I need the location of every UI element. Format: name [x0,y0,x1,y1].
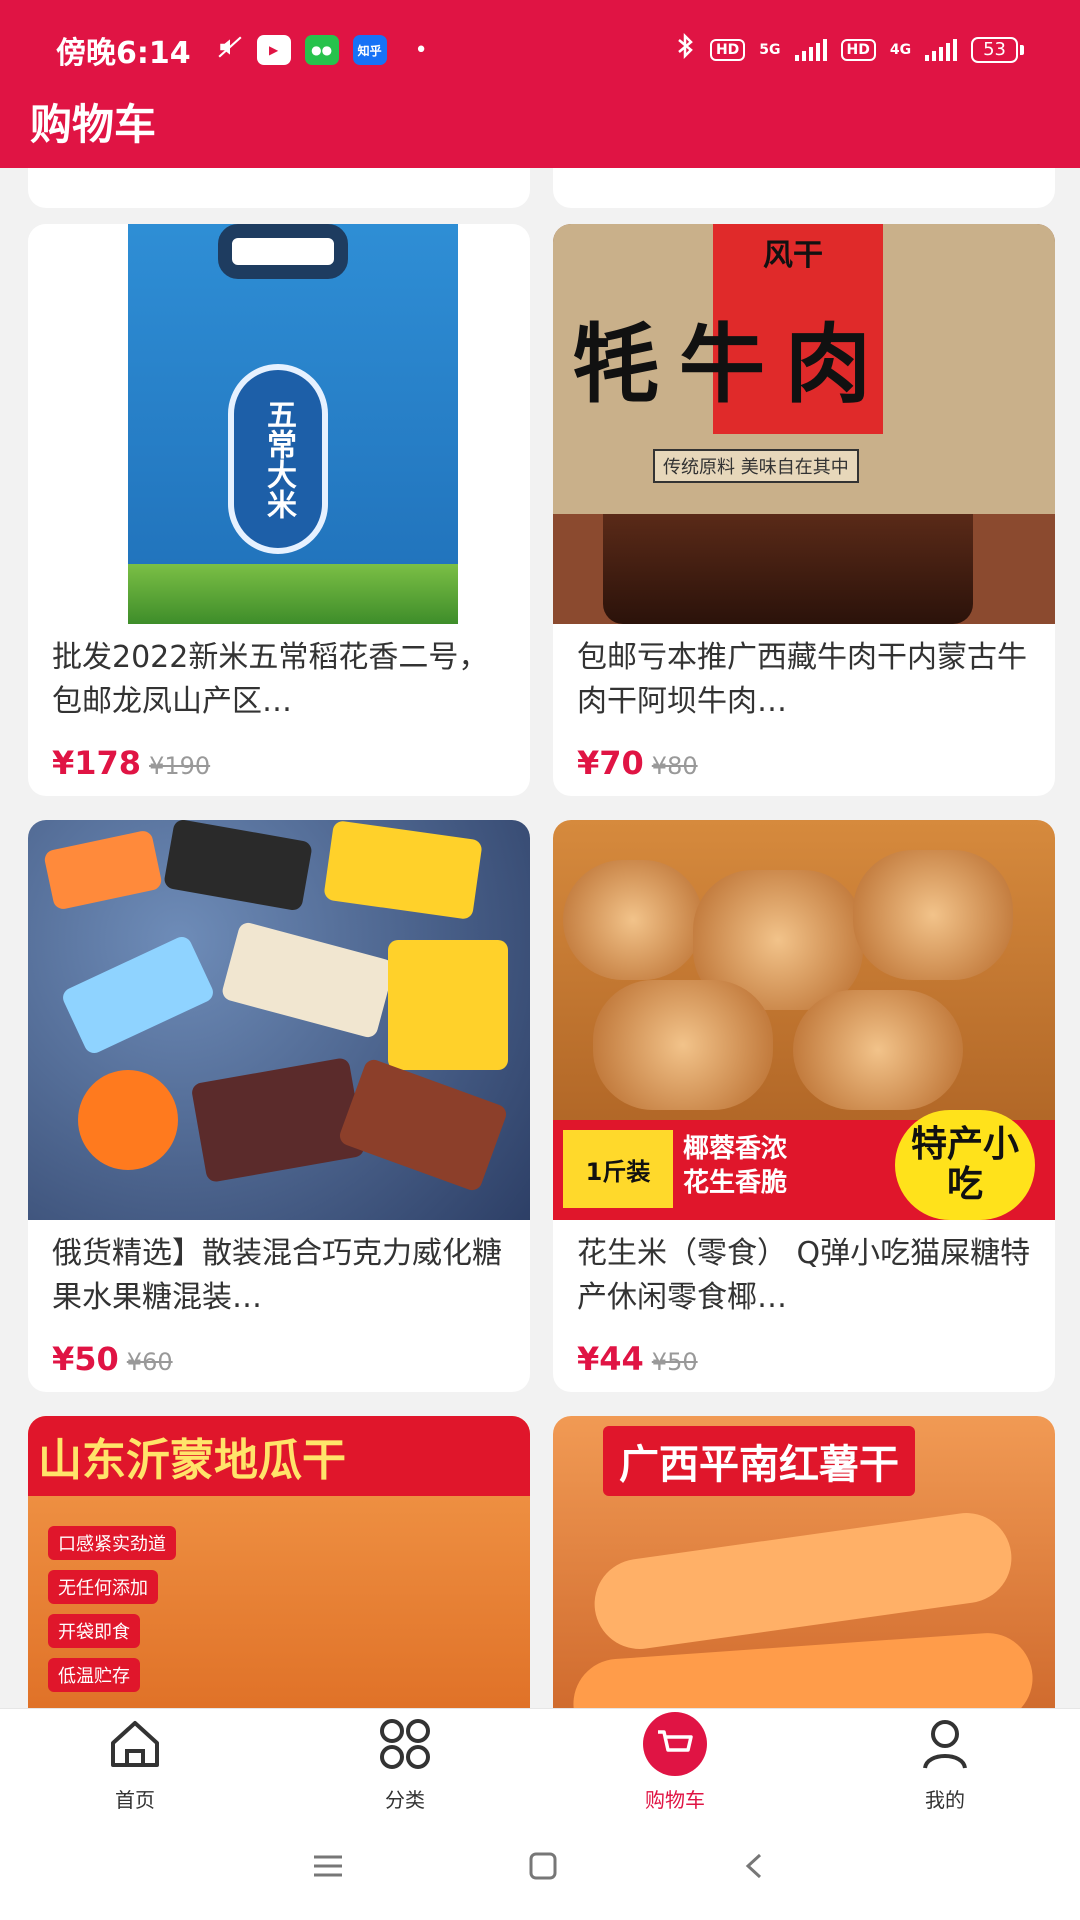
product-title[interactable]: 俄货精选】散装混合巧克力威化糖果水果糖混装… [28,1220,530,1332]
product-card[interactable]: 五常大米 批发2022新米五常稻花香二号，包邮龙凤山产区… ¥178 ¥190 [28,224,530,796]
product-old-price: ¥60 [126,1348,173,1376]
product-title[interactable]: 包邮亏本推广西藏牛肉干内蒙古牛肉干阿坝牛肉… [553,624,1055,736]
product-price: ¥50 [52,1340,119,1378]
sweet-potato-tags: 口感紧实劲道 无任何添加 开袋即食 低温贮存 [48,1516,176,1692]
product-card-partial[interactable] [553,168,1055,208]
beef-big-label: 牦牛肉 [573,314,891,415]
bottom-nav: 首页 分类 购物车 我的 [0,1708,1080,1816]
user-icon [913,1712,977,1776]
nav-item-home[interactable]: 首页 [0,1709,270,1816]
product-price: ¥178 [52,744,142,782]
nav-label-cart: 购物车 [645,1788,705,1812]
product-image[interactable] [28,820,530,1220]
nav-item-category[interactable]: 分类 [270,1709,540,1816]
system-nav-bar [0,1816,1080,1920]
signal-icon-1 [794,39,827,61]
network-type-1: 5G [759,42,781,58]
play-icon: ▶ [256,35,291,65]
nav-item-profile[interactable]: 我的 [810,1709,1080,1816]
product-old-price: ¥50 [651,1348,698,1376]
product-image[interactable]: 广西平南红薯干 [553,1416,1055,1708]
product-image[interactable]: 山东沂蒙地瓜干 口感紧实劲道 无任何添加 开袋即食 低温贮存 [28,1416,530,1708]
product-title[interactable]: 花生米（零食） Q弹小吃猫屎糖特产休闲零食椰… [553,1220,1055,1332]
home-icon [103,1712,167,1776]
cart-icon [643,1712,707,1776]
product-card[interactable]: 俄货精选】散装混合巧克力威化糖果水果糖混装… ¥50 ¥60 [28,820,530,1392]
status-left: 傍晚6:14 ▶ ●● 知乎 • [56,28,428,72]
product-title[interactable]: 批发2022新米五常稻花香二号，包邮龙凤山产区… [28,624,530,736]
status-time: 傍晚6:14 [56,36,191,71]
hd-badge-2: HD [840,39,876,61]
peanut-amount-label: 1斤装 [563,1130,673,1208]
home-square-icon[interactable] [526,1849,560,1887]
nav-label-home: 首页 [115,1788,155,1812]
grid-icon [373,1712,437,1776]
nav-label-category: 分类 [385,1788,425,1812]
status-bar: 傍晚6:14 ▶ ●● 知乎 • HD 5G HD 4G 53 [0,0,1080,100]
beef-slogan: 传统原料 美味自在其中 [653,449,859,483]
price-row: ¥70 ¥80 [553,736,1055,782]
menu-icon[interactable] [310,1851,346,1885]
signal-icon-2 [925,39,958,61]
product-old-price: ¥80 [651,752,698,780]
peanut-badge: 特产小吃 [895,1110,1035,1220]
battery-level: 53 [971,37,1018,63]
page-title: 购物车 [30,100,157,149]
back-icon[interactable] [740,1849,770,1887]
hd-badge-1: HD [709,39,746,61]
mute-icon [217,33,243,68]
screen: 傍晚6:14 ▶ ●● 知乎 • HD 5G HD 4G 53 购物车 五常大米… [0,0,1080,1920]
app-header: 傍晚6:14 ▶ ●● 知乎 • HD 5G HD 4G 53 购物车 [0,0,1080,168]
network-type-2: 4G [889,42,912,58]
product-image[interactable]: 五常大米 [28,224,530,624]
price-row: ¥178 ¥190 [28,736,530,782]
product-image[interactable]: 风干 牦牛肉 传统原料 美味自在其中 [553,224,1055,624]
wechat-icon: ●● [304,35,339,65]
product-image[interactable]: 1斤装 椰蓉香浓 花生香脆 特产小吃 [553,820,1055,1220]
product-old-price: ¥190 [149,752,211,780]
product-price: ¥44 [577,1340,644,1378]
price-row: ¥44 ¥50 [553,1332,1055,1378]
beef-small-top: 风干 [763,238,823,273]
nav-label-profile: 我的 [925,1788,965,1812]
product-grid[interactable]: 五常大米 批发2022新米五常稻花香二号，包邮龙凤山产区… ¥178 ¥190 … [0,168,1080,1708]
bluetooth-icon [674,32,696,68]
product-card[interactable]: 风干 牦牛肉 传统原料 美味自在其中 包邮亏本推广西藏牛肉干内蒙古牛肉干阿坝牛肉… [553,224,1055,796]
product-price: ¥70 [577,744,644,782]
more-notifications-dot-icon: • [414,37,428,63]
peanut-slogan: 椰蓉香浓 花生香脆 [683,1134,788,1198]
product-card[interactable]: 1斤装 椰蓉香浓 花生香脆 特产小吃 花生米（零食） Q弹小吃猫屎糖特产休闲零食… [553,820,1055,1392]
battery-icon: 53 [971,37,1024,63]
product-card[interactable]: 山东沂蒙地瓜干 口感紧实劲道 无任何添加 开袋即食 低温贮存 [28,1416,530,1708]
rice-brand-label: 五常大米 [228,364,328,554]
product-card[interactable]: 广西平南红薯干 [553,1416,1055,1708]
status-right: HD 5G HD 4G 53 [674,32,1024,68]
sweet-potato-banner: 山东沂蒙地瓜干 [28,1416,530,1496]
product-card-partial[interactable] [28,168,530,208]
nav-item-cart[interactable]: 购物车 [540,1709,810,1816]
zhihu-icon: 知乎 [352,35,387,65]
sweet-potato-banner: 广西平南红薯干 [603,1426,915,1496]
price-row: ¥50 ¥60 [28,1332,530,1378]
